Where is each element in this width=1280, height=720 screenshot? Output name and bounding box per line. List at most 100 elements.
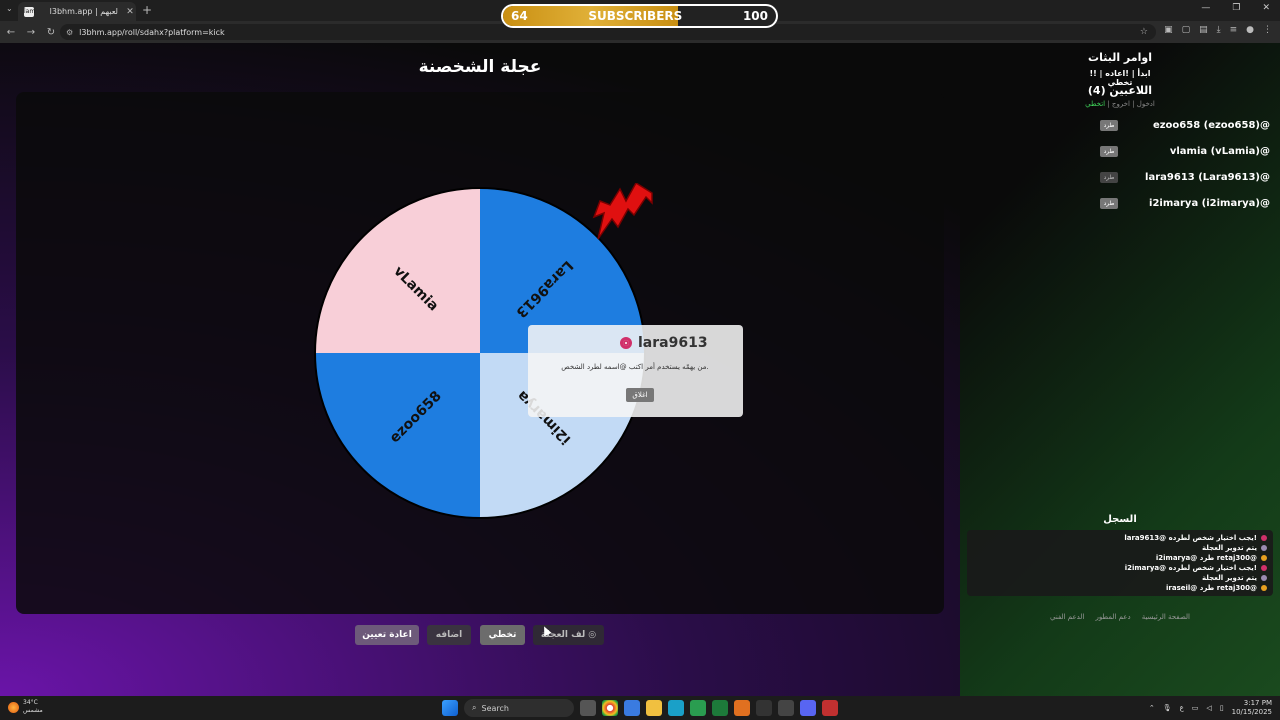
site-info-icon[interactable]: ⚙ — [66, 28, 73, 37]
reset-button[interactable]: اعادة تعيين — [355, 625, 419, 645]
footer-links: الدعم الفني دعم المطور الصفحة الرئيسية — [1050, 613, 1190, 621]
mic-icon[interactable]: 🎙 — [1163, 704, 1172, 712]
window-controls: — ❐ ✕ — [1201, 3, 1270, 13]
store-icon[interactable] — [690, 700, 706, 716]
kick-button[interactable]: طرد — [1100, 197, 1118, 209]
add-button[interactable]: اضافه — [427, 625, 471, 645]
language-icon[interactable]: ع — [1180, 704, 1184, 712]
tray-chevron-icon[interactable]: ⌃ — [1149, 704, 1155, 712]
battery-icon[interactable]: ▯ — [1220, 704, 1224, 712]
volume-icon[interactable]: ◁ — [1206, 704, 1211, 712]
kick-icon — [1261, 555, 1267, 561]
kick-button[interactable]: طرد — [1100, 171, 1118, 183]
subscriber-label: SUBSCRIBERS — [588, 9, 683, 23]
page-title: عجلة الشخصنة — [418, 57, 542, 77]
subscriber-current: 64 — [511, 9, 528, 23]
log-entry: i2imarya@ يجب اختيار شخص لطرده! — [973, 563, 1267, 573]
bookmark-star-icon[interactable]: ☆ — [1140, 27, 1148, 37]
extensions-icon[interactable]: ▣ — [1164, 25, 1173, 35]
maximize-icon[interactable]: ❐ — [1232, 3, 1240, 13]
target-icon — [620, 337, 632, 349]
task-view-icon[interactable] — [580, 700, 596, 716]
clock[interactable]: 3:17 PM 10/15/2025 — [1232, 699, 1272, 717]
taskbar-search[interactable]: ⌕ Search — [464, 699, 574, 717]
weather-widget[interactable]: 34°C مشمس — [8, 699, 43, 715]
player-name: lara9613 (Lara9613)@ — [1145, 171, 1270, 183]
chrome-icon[interactable] — [602, 700, 618, 716]
window-close-icon[interactable]: ✕ — [1262, 3, 1270, 13]
player-row: طرد ezoo658 (ezoo658)@ — [1100, 118, 1270, 132]
log-panel: lara9613@ يجب اختيار شخص لطرده! يتم تدوير… — [967, 530, 1273, 596]
tab-title: l3bhm.app | لعبهم — [49, 7, 118, 16]
log-entry: iraseil@ طرد retaj300@ — [973, 583, 1267, 593]
new-tab-button[interactable]: + — [142, 3, 152, 17]
wheel-icon — [1261, 575, 1267, 581]
search-icon: ⌕ — [472, 703, 477, 712]
log-entry-text: i2imarya@ طرد retaj300@ — [1155, 554, 1257, 562]
result-popup: lara9613 من يهمّه يستخدم أمر اكتب @اسمه … — [528, 325, 743, 417]
network-icon[interactable]: ▭ — [1192, 704, 1199, 712]
kick-button[interactable]: طرد — [1100, 145, 1118, 157]
log-entry-text: iraseil@ طرد retaj300@ — [1166, 584, 1257, 592]
skip-button[interactable]: تخطي — [480, 625, 525, 645]
time: 3:17 PM — [1243, 699, 1272, 707]
kick-button[interactable]: طرد — [1100, 119, 1118, 131]
excel-icon[interactable] — [712, 700, 728, 716]
download-icon[interactable]: ⤓ — [1217, 25, 1221, 35]
discord-icon[interactable] — [800, 700, 816, 716]
snipping-icon[interactable] — [778, 700, 794, 716]
media-icon[interactable]: ≡ — [1230, 25, 1238, 35]
result-message: من يهمّه يستخدم أمر اكتب @اسمه لطرد الشخ… — [561, 363, 709, 371]
result-winner: lara9613 — [620, 335, 708, 351]
menu-icon[interactable]: ⋮ — [1263, 25, 1272, 35]
player-row: طرد vlamia (vLamia)@ — [1100, 144, 1270, 158]
taskbar-apps: ⌕ Search — [442, 699, 838, 717]
result-winner-name: lara9613 — [638, 335, 708, 351]
forward-icon[interactable]: → — [22, 27, 40, 38]
wheel-pointer-icon — [592, 183, 653, 240]
kick-icon — [1261, 585, 1267, 591]
system-tray: ⌃ 🎙 ع ▭ ◁ ▯ 3:17 PM 10/15/2025 — [1149, 699, 1272, 717]
subscriber-goal-bar: 64 SUBSCRIBERS 100 — [501, 4, 778, 28]
start-icon[interactable] — [442, 700, 458, 716]
log-entry: lara9613@ يجب اختيار شخص لطرده! — [973, 533, 1267, 543]
player-name: i2imarya (i2imarya)@ — [1149, 197, 1270, 209]
minimize-icon[interactable]: — — [1201, 3, 1210, 13]
home-link[interactable]: الصفحة الرئيسية — [1142, 613, 1190, 621]
players-title: اللاعبين (4) — [1087, 84, 1153, 97]
log-entry-text: lara9613@ يجب اختيار شخص لطرده! — [1124, 534, 1257, 542]
close-popup-button[interactable]: اغلاق — [626, 388, 654, 402]
weather-desc: مشمس — [23, 707, 43, 714]
recorder-icon[interactable] — [822, 700, 838, 716]
back-icon[interactable]: ← — [2, 27, 20, 38]
tab-search-icon[interactable]: ⌄ — [6, 4, 13, 13]
browser-tab[interactable]: lam l3bhm.app | لعبهم ✕ — [18, 2, 136, 21]
reload-icon[interactable]: ↻ — [42, 27, 60, 38]
subscriber-goal: 100 — [742, 9, 768, 23]
profile-icon[interactable]: ● — [1246, 25, 1254, 35]
screenshot-icon[interactable]: ▢ — [1182, 25, 1191, 35]
support-dev-link[interactable]: دعم المطور — [1096, 613, 1131, 621]
player-name: ezoo658 (ezoo658)@ — [1152, 119, 1270, 131]
page-content: عجلة الشخصنة Lara9613 i2imarya ezoo658 vLam… — [0, 43, 1280, 696]
tech-support-link[interactable]: الدعم الفني — [1050, 613, 1084, 621]
skip-status-label: اتخطي — [1085, 100, 1106, 108]
sidebar-icon[interactable]: ▤ — [1199, 25, 1208, 35]
edge-icon[interactable] — [668, 700, 684, 716]
tab-close-icon[interactable]: ✕ — [124, 7, 136, 17]
date: 10/15/2025 — [1231, 708, 1272, 716]
log-title: السجل — [1103, 514, 1137, 525]
player-name: vlamia (vLamia)@ — [1169, 145, 1270, 157]
url-text: l3bhm.app/roll/sdahx?platform=kick — [79, 27, 225, 37]
toolbar-extensions: ▣ ▢ ▤ ⤓ ≡ ● ⋮ — [1164, 25, 1272, 35]
target-icon — [1261, 565, 1267, 571]
player-status-legend: ادخول | اخروج | اتخطي — [1085, 100, 1155, 108]
file-explorer-icon[interactable] — [646, 700, 662, 716]
join-label: ادخول — [1136, 100, 1155, 108]
copilot-icon[interactable] — [624, 700, 640, 716]
player-row: طرد lara9613 (Lara9613)@ — [1100, 170, 1270, 184]
kick-app-icon[interactable] — [756, 700, 772, 716]
commands-title: اوامر البثات — [1088, 51, 1152, 64]
app-icon[interactable] — [734, 700, 750, 716]
search-label: Search — [481, 703, 509, 713]
